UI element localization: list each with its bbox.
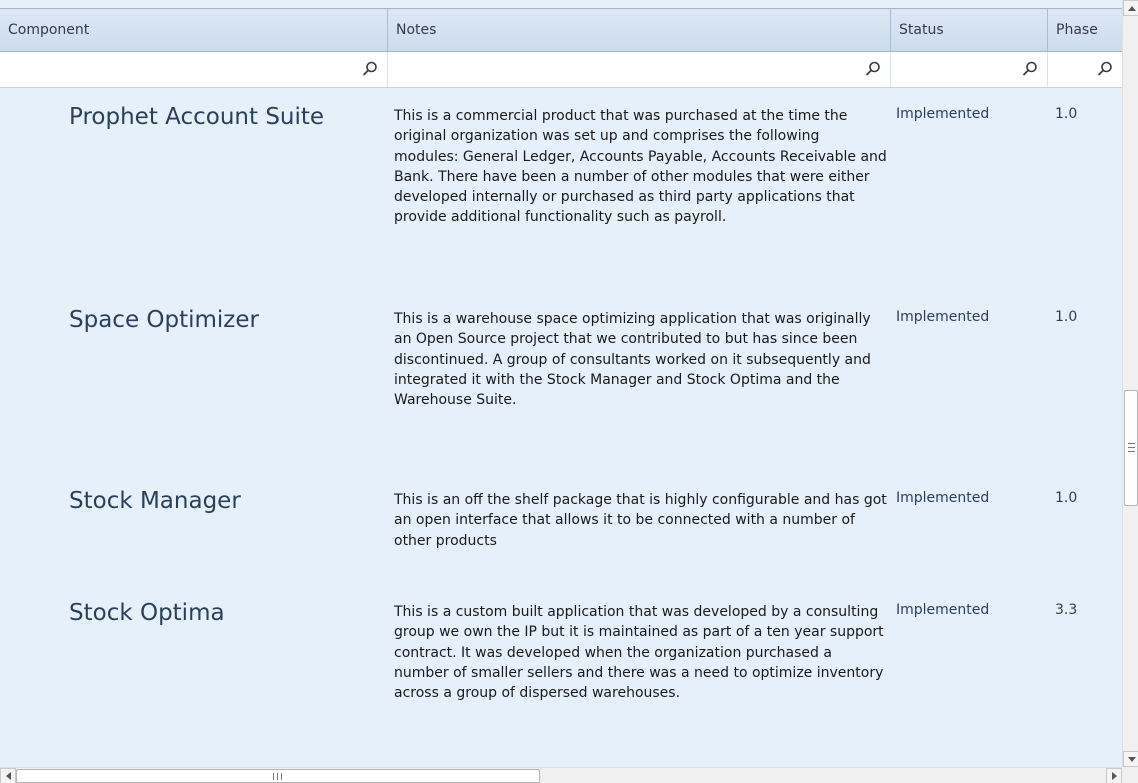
vertical-scroll-thumb[interactable] — [1124, 390, 1138, 506]
magnifier-icon — [1022, 61, 1037, 76]
horizontal-scrollbar[interactable] — [0, 767, 1122, 783]
component-grid: Component Notes Status Phase Prophet Acc… — [0, 0, 1122, 767]
column-header-phase[interactable]: Phase — [1048, 9, 1122, 51]
filter-component[interactable] — [0, 52, 388, 87]
magnifier-icon — [1097, 61, 1112, 76]
scroll-right-button[interactable] — [1106, 768, 1122, 783]
component-status: Implemented — [896, 106, 990, 122]
component-phase: 1.0 — [1055, 490, 1078, 506]
component-name: Stock Manager — [69, 488, 241, 514]
component-name: Stock Optima — [69, 600, 225, 626]
arrow-up-icon — [1128, 6, 1136, 11]
grid-header: Component Notes Status Phase — [0, 8, 1122, 52]
component-status: Implemented — [896, 602, 990, 618]
scroll-down-button[interactable] — [1123, 751, 1138, 767]
table-row[interactable]: Prophet Account Suite This is a commerci… — [0, 88, 1122, 303]
column-header-notes[interactable]: Notes — [388, 9, 891, 51]
scrollbar-corner — [1122, 767, 1138, 783]
column-header-component[interactable]: Component — [0, 9, 388, 51]
arrow-left-icon — [6, 772, 11, 780]
component-status: Implemented — [896, 309, 990, 325]
component-phase: 1.0 — [1055, 309, 1078, 325]
component-phase: 3.3 — [1055, 602, 1078, 618]
vertical-scrollbar[interactable] — [1122, 0, 1138, 767]
magnifier-icon — [865, 61, 880, 76]
component-notes: This is a warehouse space optimizing app… — [394, 311, 871, 409]
grip-icon — [1128, 443, 1135, 452]
scroll-left-button[interactable] — [0, 768, 16, 783]
component-name: Prophet Account Suite — [69, 104, 325, 130]
component-notes: This is a commercial product that was pu… — [394, 108, 887, 226]
arrow-down-icon — [1128, 757, 1136, 762]
table-row[interactable]: Stock Optima This is a custom built appl… — [0, 584, 1122, 767]
filter-status[interactable] — [891, 52, 1048, 87]
horizontal-scroll-thumb[interactable] — [16, 769, 540, 783]
arrow-right-icon — [1112, 772, 1117, 780]
grip-icon — [273, 773, 282, 780]
magnifier-icon — [362, 61, 377, 76]
component-notes: This is a custom built application that … — [394, 604, 884, 702]
component-notes: This is an off the shelf package that is… — [394, 492, 887, 549]
component-status: Implemented — [896, 490, 990, 506]
table-row[interactable]: Stock Manager This is an off the shelf p… — [0, 472, 1122, 584]
column-header-status[interactable]: Status — [891, 9, 1048, 51]
filter-phase[interactable] — [1048, 52, 1122, 87]
component-phase: 1.0 — [1055, 106, 1078, 122]
filter-notes[interactable] — [388, 52, 891, 87]
table-row[interactable]: Space Optimizer This is a warehouse spac… — [0, 291, 1122, 471]
scroll-up-button[interactable] — [1123, 0, 1138, 16]
component-name: Space Optimizer — [69, 307, 259, 333]
filter-row — [0, 52, 1122, 88]
